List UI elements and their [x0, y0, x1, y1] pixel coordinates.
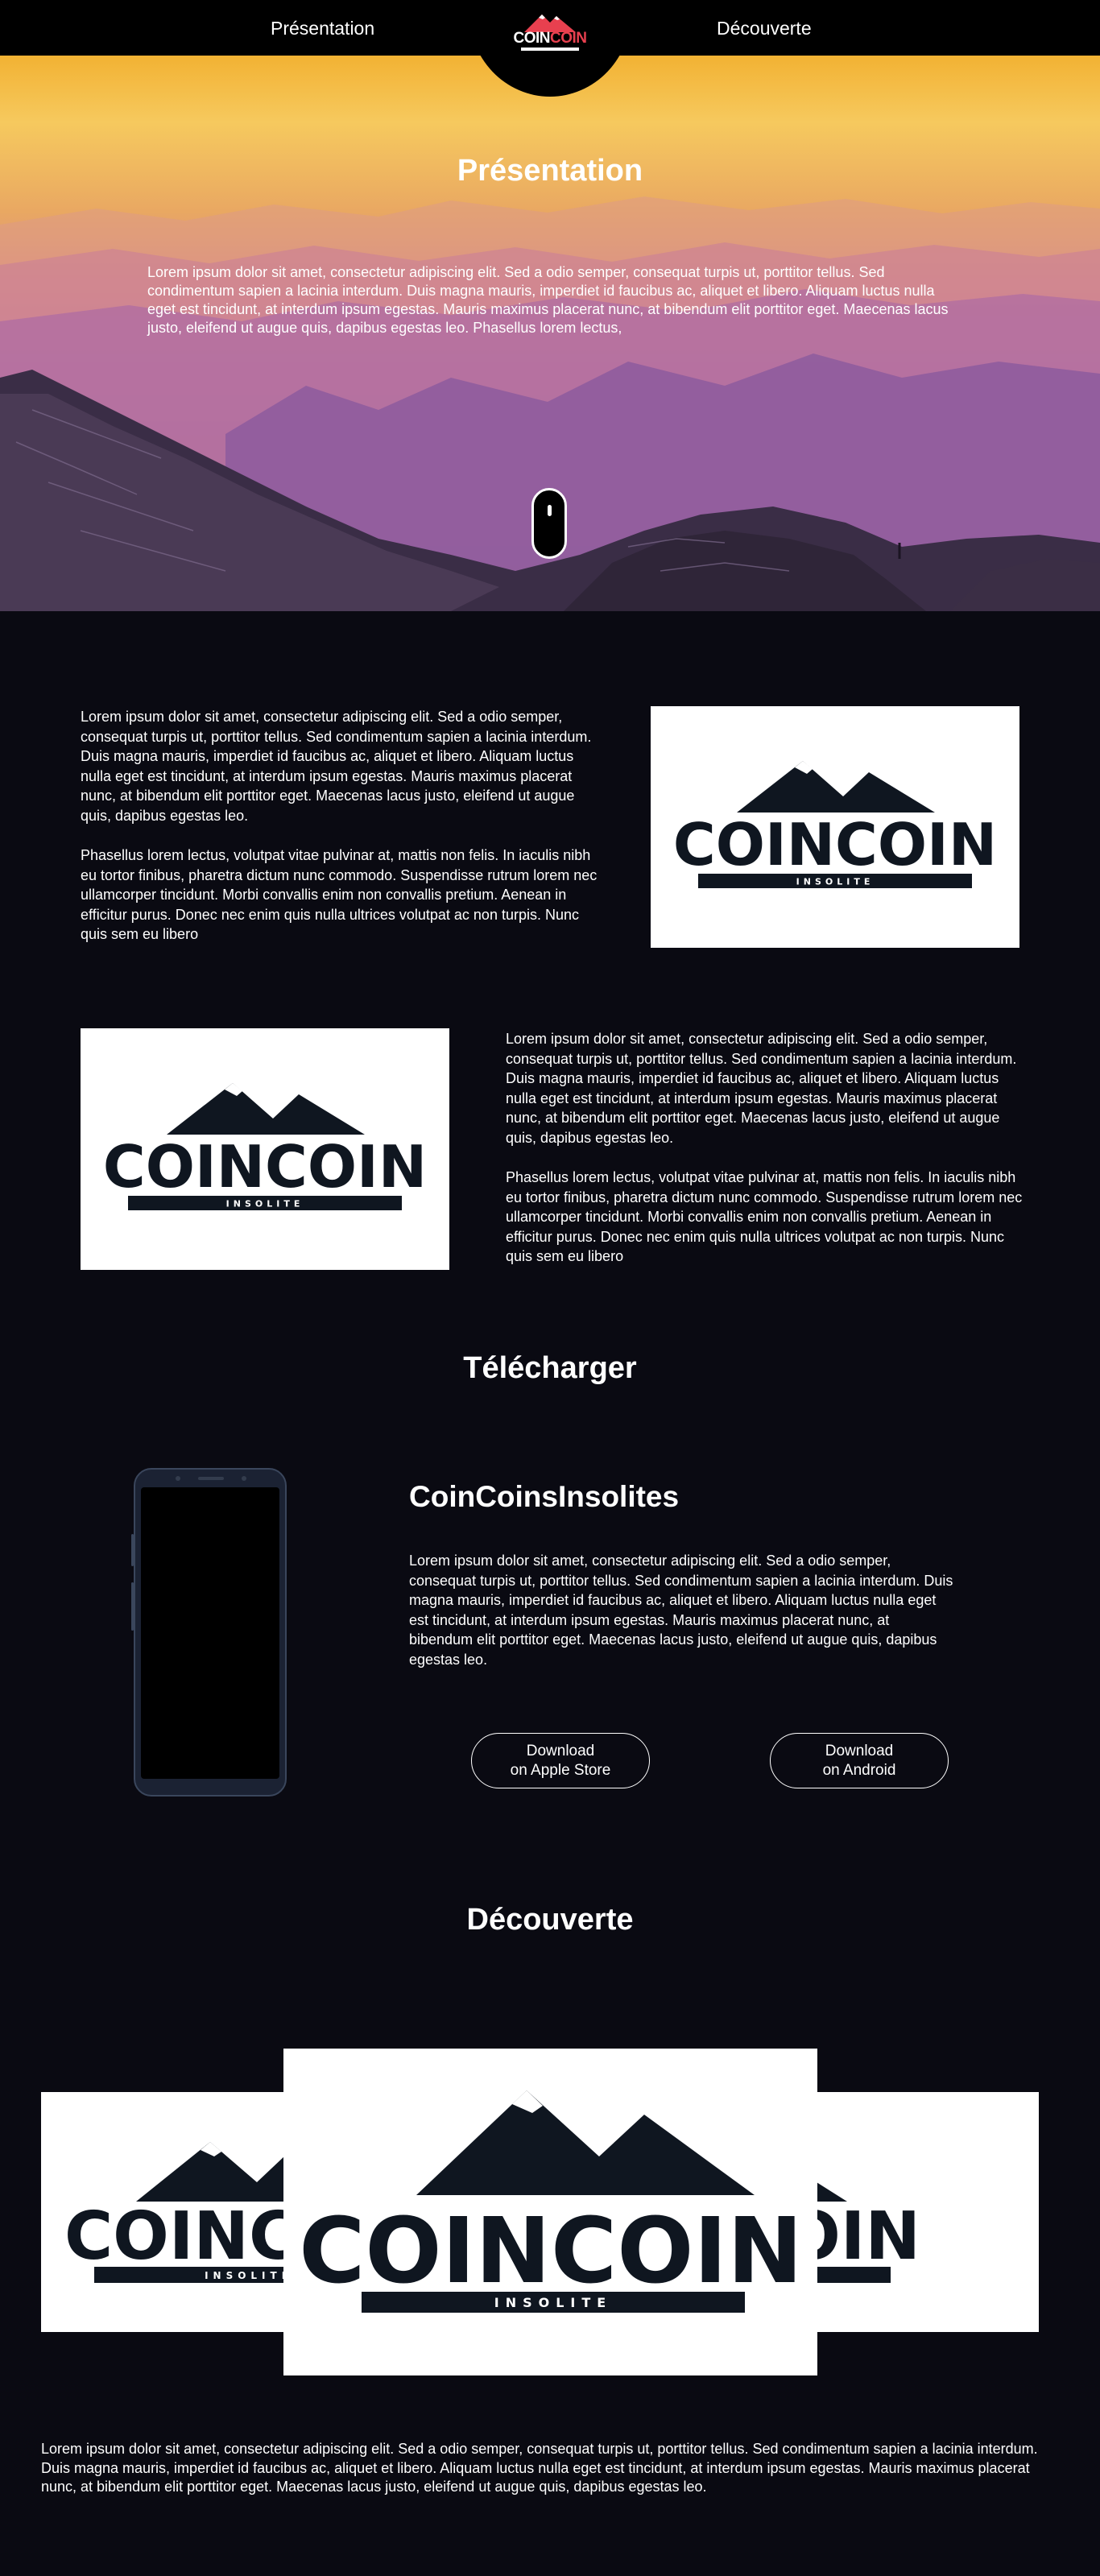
logo-tagline: INSOLITE	[796, 877, 875, 887]
about-1-paragraph-2: Phasellus lorem lectus, volutpat vitae p…	[81, 847, 598, 942]
logo-underline	[521, 48, 579, 51]
android-btn-line1: Download	[825, 1742, 894, 1759]
logo-wordmark: COINCOIN	[104, 1133, 426, 1201]
nav-link-presentation[interactable]: Présentation	[271, 18, 374, 39]
phone-speaker	[198, 1477, 224, 1480]
about-1-paragraph-1: Lorem ipsum dolor sit amet, consectetur …	[81, 709, 592, 824]
apple-btn-line1: Download	[526, 1742, 595, 1759]
logo-wordmark: COINCOIN	[674, 811, 996, 879]
logo-word-1: COIN	[513, 30, 551, 47]
discover-title: Découverte	[466, 1903, 634, 1937]
scroll-wheel	[548, 505, 552, 516]
phone-side-button	[131, 1534, 134, 1566]
app-name: CoinCoinsInsolites	[409, 1480, 680, 1513]
coincoin-logo-card-2: COINCOIN INSOLITE	[81, 1028, 449, 1270]
about-2-paragraph-1: Lorem ipsum dolor sit amet, consectetur …	[506, 1031, 1017, 1146]
logo-tagline: INSOLITE	[226, 1199, 304, 1209]
android-btn-line2: on Android	[822, 1761, 896, 1779]
app-description: Lorem ipsum dolor sit amet, consectetur …	[409, 1553, 953, 1668]
nav-logo[interactable]: COINCOIN	[511, 11, 589, 63]
logo-tagline: INSOLITE	[494, 2295, 612, 2310]
logo-wordmark: COINCOIN	[299, 2199, 803, 2304]
phone-sensor	[242, 1476, 246, 1481]
phone-side-button	[131, 1582, 134, 1631]
coincoin-logo-card-1: COINCOIN INSOLITE	[651, 706, 1019, 948]
coincoin-logo-icon: COINCOIN INSOLITE	[674, 761, 996, 888]
about-2-paragraph-2: Phasellus lorem lectus, volutpat vitae p…	[506, 1169, 1023, 1264]
logo-word-2: COIN	[550, 30, 587, 47]
hero-text: Lorem ipsum dolor sit amet, consectetur …	[147, 264, 949, 336]
hero-title: Présentation	[457, 154, 643, 188]
phone-mockup-image	[131, 1468, 287, 1797]
phone-screen	[141, 1487, 279, 1779]
download-android-button[interactable]: Download on Android	[770, 1733, 949, 1788]
coincoin-logo-icon: COINCOIN INSOLITE	[299, 2090, 803, 2313]
hero-section: Présentation Lorem ipsum dolor sit amet,…	[0, 56, 1100, 611]
scroll-mouse-icon[interactable]	[531, 488, 567, 559]
download-title: Télécharger	[463, 1351, 637, 1385]
about-text-2: Lorem ipsum dolor sit amet, consectetur …	[506, 1029, 1029, 1267]
download-apple-store-button[interactable]: Download on Apple Store	[471, 1733, 650, 1788]
nav-link-decouverte[interactable]: Découverte	[717, 18, 812, 39]
about-text-1: Lorem ipsum dolor sit amet, consectetur …	[81, 707, 604, 945]
coincoin-logo-icon: COINCOIN INSOLITE	[104, 1083, 426, 1210]
phone-camera	[176, 1476, 180, 1481]
discover-text: Lorem ipsum dolor sit amet, consectetur …	[41, 2441, 1038, 2495]
logo-tagline: INSOLITE	[205, 2270, 293, 2281]
carousel-slide-active[interactable]: COINCOIN INSOLITE	[283, 2049, 817, 2375]
apple-btn-line2: on Apple Store	[510, 1761, 611, 1779]
